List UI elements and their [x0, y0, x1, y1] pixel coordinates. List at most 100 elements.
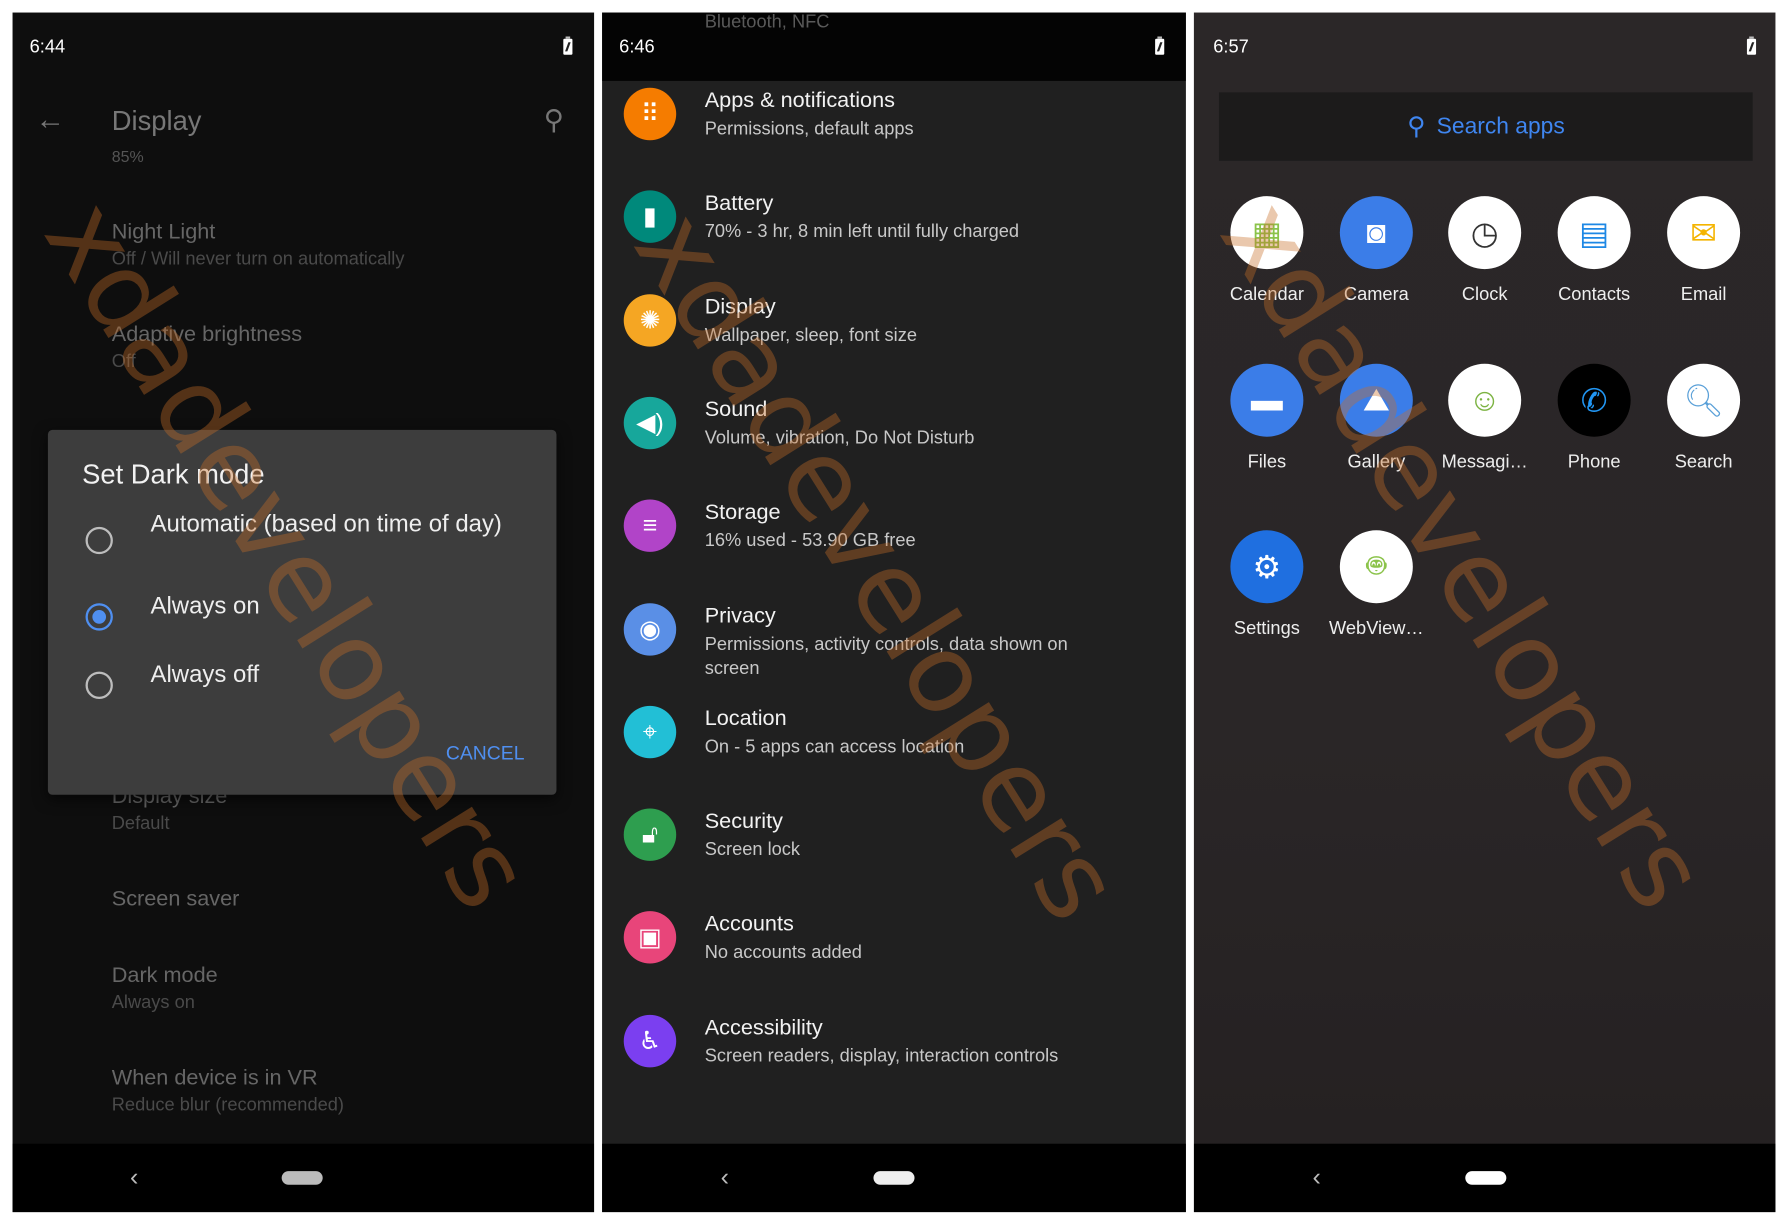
messaging-icon: ☺ — [1448, 363, 1522, 437]
home-pill-icon[interactable] — [1465, 1171, 1507, 1185]
settings-item-title: Accounts — [704, 912, 794, 937]
app-label: Calendar — [1229, 285, 1304, 305]
cancel-button[interactable]: CANCEL — [446, 742, 525, 765]
accessibility-icon: ♿︎ — [623, 1014, 677, 1067]
settings-item-title: Accessibility — [704, 1015, 823, 1040]
setting-title: Dark mode — [111, 963, 218, 988]
back-icon[interactable]: ‹ — [130, 1162, 138, 1192]
settings-item[interactable]: ✺ Display Wallpaper, sleep, font size — [602, 289, 1186, 392]
app-search[interactable]: 🔍︎ Search — [1649, 363, 1758, 473]
app-contacts[interactable]: ▤ Contacts — [1539, 196, 1648, 305]
search-apps-placeholder: Search apps — [1436, 113, 1565, 139]
app-clock[interactable]: ◷ Clock — [1430, 196, 1539, 305]
display-settings-screen: 6:44 ← Display ⚲ 85% Night Light Off / Wi… — [12, 12, 595, 1213]
app-email[interactable]: ✉ Email — [1649, 196, 1758, 305]
app-label: Clock — [1461, 285, 1508, 305]
setting-title: Adaptive brightness — [111, 322, 303, 347]
page-title: Display — [111, 106, 202, 137]
settings-item-subtitle: 70% - 3 hr, 8 min left until fully charg… — [704, 222, 1020, 243]
search-apps-bar[interactable]: ⚲ Search apps — [1218, 92, 1753, 161]
camera-icon: ◙ — [1339, 196, 1413, 270]
dark-mode-option[interactable]: Automatic (based on time of day) — [48, 510, 557, 574]
setting-row[interactable]: When device is in VR Reduce blur (recomme… — [13, 1066, 595, 1134]
app-settings[interactable]: ⚙ Settings — [1212, 530, 1321, 639]
setting-row[interactable]: Night Light Off / Will never turn on auto… — [13, 220, 595, 288]
settings-item-title: Security — [704, 809, 783, 834]
clipped-value: 85% — [111, 147, 144, 166]
setting-row[interactable]: Dark mode Always on — [13, 964, 595, 1032]
settings-item[interactable]: ◉ Privacy Permissions, activity controls, … — [602, 598, 1186, 701]
dark-mode-option[interactable]: Always off — [48, 660, 557, 724]
settings-item-subtitle: Permissions, activity controls, data sho… — [704, 634, 1068, 678]
option-label: Automatic (based on time of day) — [150, 510, 502, 538]
back-icon[interactable]: ‹ — [1312, 1162, 1320, 1192]
app-label: Phone — [1567, 452, 1621, 473]
search-icon[interactable]: ⚲ — [544, 104, 564, 137]
status-time: 6:57 — [1213, 37, 1249, 58]
lock-icon: 🔓︎ — [623, 808, 677, 862]
app-label: Files — [1247, 452, 1287, 473]
app-label: Messagi… — [1441, 452, 1528, 473]
radio-button[interactable] — [85, 671, 113, 700]
settings-item-subtitle: Wallpaper, sleep, font size — [704, 325, 917, 346]
app-webview[interactable]: 🤖︎ WebView… — [1322, 530, 1431, 639]
app-camera[interactable]: ◙ Camera — [1322, 196, 1431, 305]
app-gallery[interactable]: ⛰ Gallery — [1322, 363, 1431, 473]
settings-item[interactable]: ⠿ Apps & notifications Permissions, defaul… — [602, 83, 1186, 186]
settings-item[interactable]: ▣ Accounts No accounts added — [602, 907, 1186, 1010]
settings-item[interactable]: 🔓︎ Security Screen lock — [602, 804, 1186, 907]
settings-item[interactable]: ≡ Storage 16% used - 53.90 GB free — [602, 495, 1186, 598]
setting-title: Night Light — [111, 220, 216, 245]
settings-item[interactable]: ▮ Battery 70% - 3 hr, 8 min left until ful… — [602, 186, 1186, 289]
phone-icon: ✆ — [1557, 363, 1631, 437]
arrow-left-icon[interactable]: ← — [35, 101, 65, 136]
app-phone[interactable]: ✆ Phone — [1539, 363, 1648, 473]
battery-charging-icon — [1746, 36, 1757, 55]
settings-item-subtitle: Permissions, default apps — [704, 119, 914, 140]
app-label: Camera — [1343, 285, 1409, 305]
back-icon[interactable]: ‹ — [721, 1162, 729, 1192]
settings-item-subtitle: Screen readers, display, interaction con… — [704, 1046, 1059, 1066]
settings-item[interactable]: ⌖ Location On - 5 apps can access location — [602, 701, 1186, 804]
settings-item-title: Sound — [704, 397, 768, 422]
app-label: Search — [1674, 452, 1733, 473]
volume-icon: ◀) — [623, 396, 677, 450]
apps-grid-icon: ⠿ — [623, 87, 677, 141]
radio-button[interactable] — [85, 526, 113, 555]
dark-mode-dialog: Set Dark mode Automatic (based on time o… — [47, 429, 557, 795]
brightness-icon: ✺ — [623, 293, 677, 347]
app-files[interactable]: ▬ Files — [1212, 363, 1321, 473]
setting-subtitle: Reduce blur (recommended) — [111, 1095, 344, 1116]
settings-item-title: Display — [704, 294, 776, 319]
home-pill-icon[interactable] — [281, 1171, 323, 1185]
radio-button[interactable] — [85, 603, 113, 631]
battery-charging-icon — [1155, 36, 1165, 55]
contacts-icon: ▤ — [1557, 196, 1631, 270]
setting-row[interactable]: Screen saver — [13, 887, 595, 955]
app-label: Settings — [1233, 619, 1300, 639]
account-icon: ▣ — [623, 911, 677, 964]
email-icon: ✉ — [1667, 196, 1741, 270]
setting-title: Screen saver — [111, 887, 240, 912]
settings-item[interactable]: ◀) Sound Volume, vibration, Do Not Disturb — [602, 392, 1186, 495]
app-messagi[interactable]: ☺ Messagi… — [1430, 363, 1539, 473]
settings-item-title: Privacy — [704, 603, 776, 628]
settings-item-title: Apps & notifications — [704, 88, 895, 113]
calendar-icon: ▦ — [1230, 196, 1304, 270]
gallery-icon: ⛰ — [1339, 363, 1413, 437]
navigation-bar: ‹ — [12, 1143, 595, 1213]
setting-title: When device is in VR — [111, 1066, 318, 1091]
search-icon: ⚲ — [1406, 111, 1426, 141]
settings-item-subtitle: On - 5 apps can access location — [704, 737, 965, 757]
settings-item[interactable]: ♿︎ Accessibility Screen readers, display, … — [602, 1010, 1186, 1113]
settings-item-title: Storage — [704, 500, 781, 525]
dark-mode-option[interactable]: Always on — [48, 592, 557, 656]
setting-subtitle: Off — [111, 352, 136, 372]
battery-charging-icon — [563, 36, 573, 55]
settings-item-title: Battery — [704, 191, 774, 216]
home-pill-icon[interactable] — [873, 1171, 915, 1185]
app-calendar[interactable]: ▦ Calendar — [1212, 196, 1321, 305]
settings-item-subtitle: Volume, vibration, Do Not Disturb — [704, 428, 975, 449]
app-label: Contacts — [1558, 285, 1631, 305]
setting-row[interactable]: Adaptive brightness Off — [13, 323, 595, 391]
